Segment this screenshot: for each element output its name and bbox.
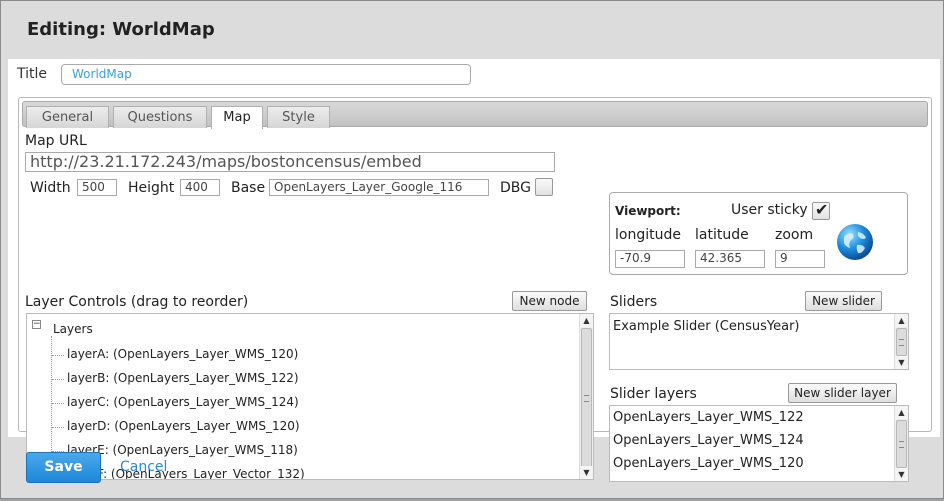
user-sticky-checkbox[interactable]: ✔ (812, 200, 830, 220)
slider-layer-item[interactable]: OpenLayers_Layer_WMS_120 (613, 456, 804, 471)
dialog-content: Title WorldMap General Questions Map Sty… (8, 59, 940, 482)
scroll-thumb[interactable] (896, 420, 907, 468)
title-label: Title (17, 66, 48, 82)
slider-layer-item[interactable]: OpenLayers_Layer_WMS_122 (613, 410, 804, 425)
slider-item[interactable]: Example Slider (CensusYear) (613, 319, 800, 334)
scroll-down-icon[interactable]: ▼ (895, 468, 908, 481)
sliders-label: Sliders (610, 294, 658, 310)
tree-item-layer[interactable]: layerE: (OpenLayers_Layer_WMS_118) (52, 443, 298, 457)
tabs-panel: General Questions Map Style Map URL http… (18, 97, 932, 482)
collapse-icon[interactable]: − (32, 320, 41, 329)
sliders-scrollbar[interactable]: ▲ ▼ (894, 314, 908, 369)
tree-root-layers: Layers (53, 322, 93, 336)
dbg-checkbox[interactable] (535, 178, 553, 196)
tab-style[interactable]: Style (267, 106, 330, 128)
new-slider-layer-button[interactable]: New slider layer (788, 383, 897, 403)
height-label: Height (128, 180, 175, 196)
slider-layers-scrollbar[interactable]: ▲ ▼ (894, 406, 908, 481)
slider-layer-item[interactable]: OpenLayers_Layer_WMS_124 (613, 433, 804, 448)
scroll-thumb[interactable] (581, 328, 592, 468)
tab-map[interactable]: Map (211, 106, 263, 129)
check-icon: ✔ (815, 200, 829, 219)
width-label: Width (30, 180, 71, 196)
tree-item-layer[interactable]: layerB: (OpenLayers_Layer_WMS_122) (52, 371, 299, 385)
layer-tree-scrollbar[interactable]: ▲ ▼ (579, 314, 593, 479)
tree-item-layer[interactable]: layerA: (OpenLayers_Layer_WMS_120) (51, 347, 298, 361)
layer-tree[interactable]: − Layers layerA: (OpenLayers_Layer_WMS_1… (26, 313, 594, 480)
title-input[interactable]: WorldMap (61, 64, 471, 85)
latitude-input[interactable]: 42.365 (695, 250, 765, 268)
layer-controls-label: Layer Controls (drag to reorder) (25, 294, 249, 310)
width-input[interactable]: 500 (77, 179, 117, 196)
zoom-input[interactable]: 9 (775, 250, 825, 268)
scroll-down-icon[interactable]: ▼ (895, 356, 908, 369)
base-input[interactable]: OpenLayers_Layer_Google_116 (269, 179, 489, 196)
tree-item-layer[interactable]: layerD: (OpenLayers_Layer_WMS_120) (52, 419, 300, 433)
save-button[interactable]: Save (26, 452, 101, 483)
viewport-box: Viewport: User sticky ✔ longitude -70.9 … (609, 192, 908, 275)
dialog-title: Editing: WorldMap (27, 19, 215, 40)
editor-dialog: Editing: WorldMap Title WorldMap General… (0, 0, 944, 499)
longitude-label: longitude (615, 227, 681, 243)
scroll-up-icon[interactable]: ▲ (895, 406, 908, 419)
map-url-input[interactable]: http://23.21.172.243/maps/bostoncensus/e… (25, 152, 555, 172)
dbg-label: DBG (500, 180, 531, 196)
longitude-input[interactable]: -70.9 (615, 250, 685, 268)
scroll-thumb[interactable] (896, 328, 907, 356)
tree-item-layer[interactable]: layerC: (OpenLayers_Layer_WMS_124) (52, 395, 299, 409)
map-url-label: Map URL (25, 133, 87, 149)
latitude-label: latitude (695, 227, 749, 243)
tree-item-layer[interactable]: layerF: (OpenLayers_Layer_Vector_132) (52, 467, 305, 479)
slider-layers-list[interactable]: OpenLayers_Layer_WMS_122 OpenLayers_Laye… (609, 405, 909, 482)
cancel-link[interactable]: Cancel (120, 459, 167, 475)
zoom-label: zoom (775, 227, 814, 243)
new-slider-button[interactable]: New slider (805, 291, 882, 311)
new-node-button[interactable]: New node (512, 291, 587, 311)
slider-layers-label: Slider layers (610, 386, 697, 402)
viewport-label: Viewport: (615, 204, 681, 218)
tab-bar: General Questions Map Style (22, 101, 928, 129)
scroll-down-icon[interactable]: ▼ (580, 466, 593, 479)
sliders-list[interactable]: Example Slider (CensusYear) ▲ ▼ (609, 313, 909, 370)
scroll-up-icon[interactable]: ▲ (895, 314, 908, 327)
scroll-up-icon[interactable]: ▲ (580, 314, 593, 327)
height-input[interactable]: 400 (180, 179, 220, 196)
globe-icon[interactable] (836, 223, 874, 261)
base-label: Base (231, 180, 266, 196)
user-sticky-label: User sticky (731, 202, 808, 218)
tab-questions[interactable]: Questions (113, 106, 207, 128)
tab-general[interactable]: General (26, 106, 109, 128)
